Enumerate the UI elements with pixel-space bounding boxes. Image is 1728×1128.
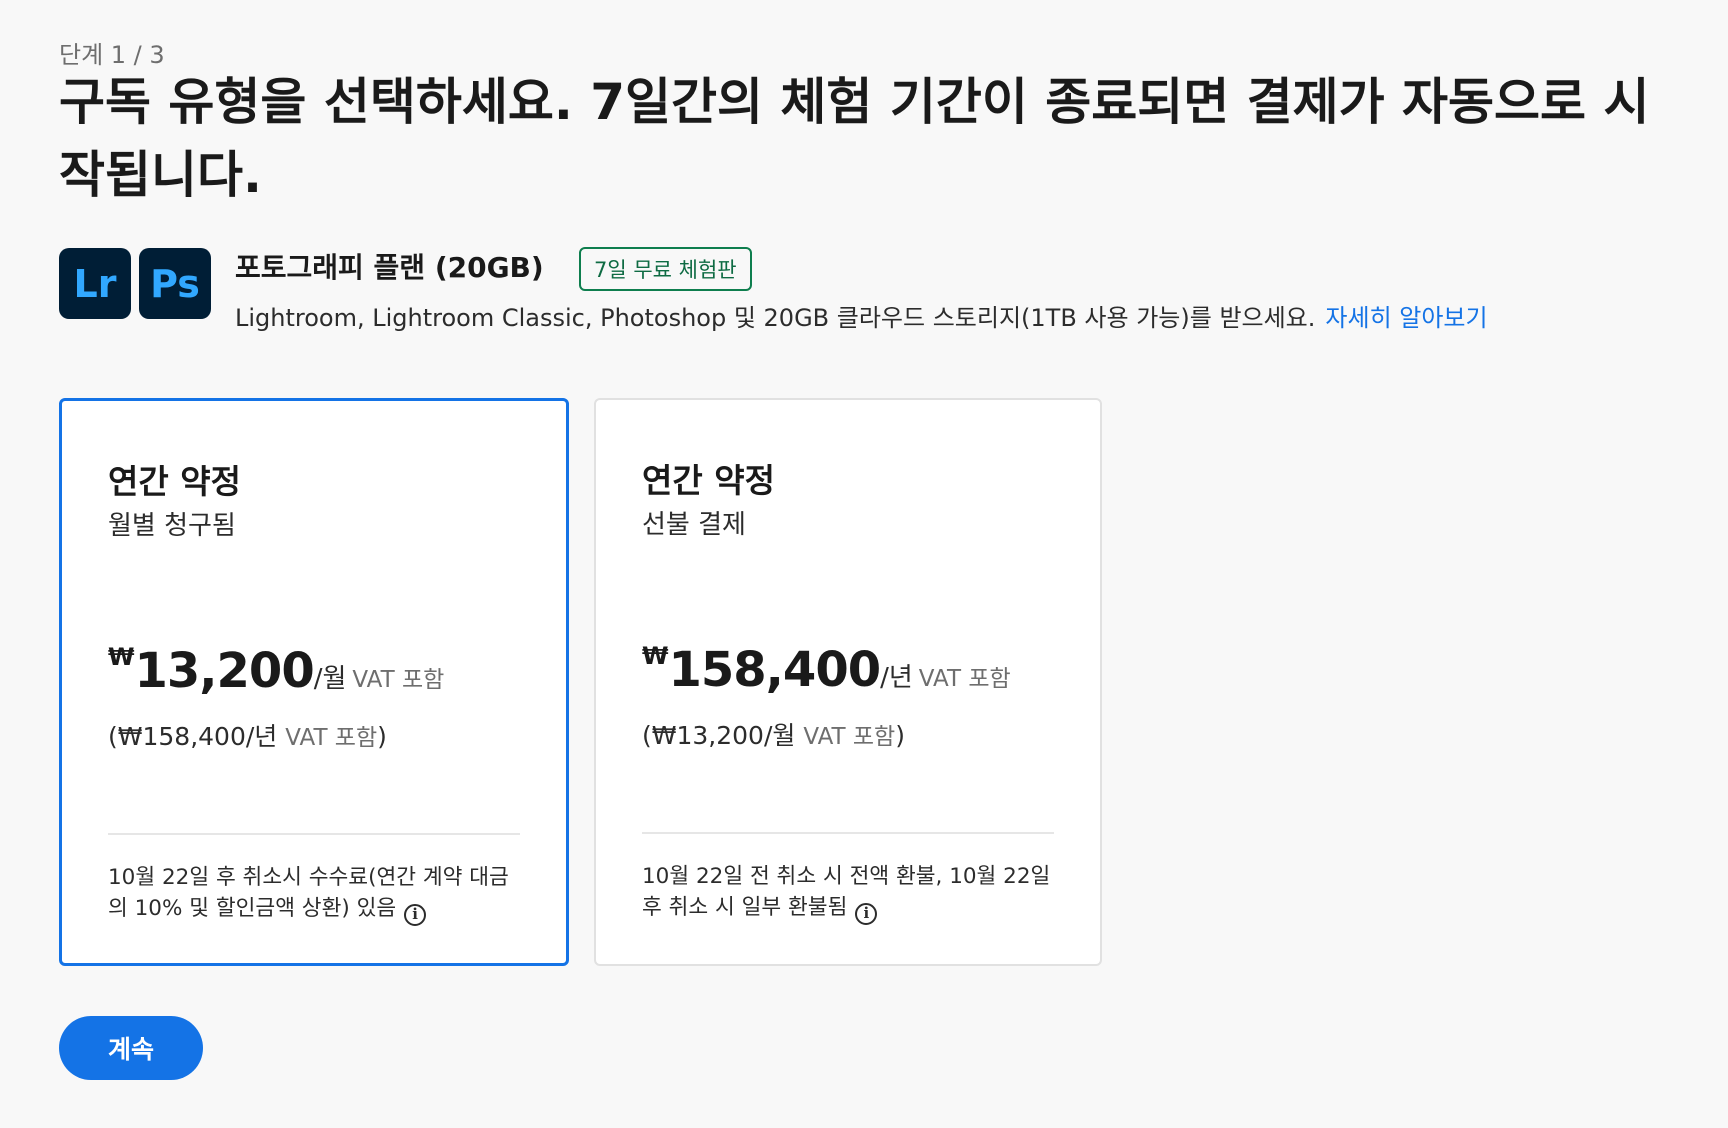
option-title: 연간 약정 xyxy=(642,461,775,500)
vat-label: VAT 포함 xyxy=(352,667,445,693)
option-price: ₩158,400/년 VAT 포함 xyxy=(642,642,1011,698)
price-amount: 158,400 xyxy=(668,642,881,698)
alt-price-value: (₩158,400/년 xyxy=(108,722,278,751)
currency-symbol: ₩ xyxy=(108,643,135,671)
lightroom-app-icon: Lr xyxy=(59,248,131,319)
page-title: 구독 유형을 선택하세요. 7일간의 체험 기간이 종료되면 결제가 자동으로 … xyxy=(59,73,1650,204)
plan-name: 포토그래피 플랜 (20GB) xyxy=(235,251,544,284)
vat-label: VAT 포함 xyxy=(918,666,1011,692)
info-icon[interactable]: i xyxy=(855,902,878,925)
photoshop-app-icon: Ps xyxy=(139,248,211,319)
currency-symbol: ₩ xyxy=(642,642,669,670)
price-amount: 13,200 xyxy=(134,643,314,699)
option-subtitle: 선불 결제 xyxy=(642,510,746,540)
option-price: ₩13,200/월 VAT 포함 xyxy=(108,643,444,699)
alt-price-value: (₩13,200/월 xyxy=(642,721,796,750)
alt-price-vat: VAT 포함 xyxy=(285,725,378,751)
refund-note-text: 10월 22일 전 취소 시 전액 환불, 10월 22일 후 취소 시 일부 … xyxy=(642,864,1051,920)
alt-price-close: ) xyxy=(377,722,387,751)
refund-note: 10월 22일 전 취소 시 전액 환불, 10월 22일 후 취소 시 일부 … xyxy=(642,861,1062,925)
price-period: /월 xyxy=(313,664,347,694)
option-alt-price: (₩158,400/년 VAT 포함) xyxy=(108,717,387,753)
plan-option-monthly-billed[interactable]: 연간 약정 월별 청구됨 ₩13,200/월 VAT 포함 (₩158,400/년… xyxy=(59,398,569,966)
learn-more-link[interactable]: 자세히 알아보기 xyxy=(1325,304,1487,332)
cancellation-note-text: 10월 22일 후 취소시 수수료(연간 계약 대금의 10% 및 할인금액 상… xyxy=(108,865,509,921)
plan-option-prepaid[interactable]: 연간 약정 선불 결제 ₩158,400/년 VAT 포함 (₩13,200/월 … xyxy=(594,398,1102,966)
continue-button[interactable]: 계속 xyxy=(59,1016,203,1080)
alt-price-vat: VAT 포함 xyxy=(803,724,896,750)
info-icon[interactable]: i xyxy=(404,903,427,926)
option-subtitle: 월별 청구됨 xyxy=(108,511,236,541)
plan-description-text: Lightroom, Lightroom Classic, Photoshop … xyxy=(235,304,1316,332)
divider xyxy=(642,832,1054,834)
option-alt-price: (₩13,200/월 VAT 포함) xyxy=(642,716,905,752)
price-period: /년 xyxy=(880,663,913,693)
option-title: 연간 약정 xyxy=(108,462,241,501)
divider xyxy=(108,833,520,835)
trial-badge: 7일 무료 체험판 xyxy=(579,247,752,291)
cancellation-note: 10월 22일 후 취소시 수수료(연간 계약 대금의 10% 및 할인금액 상… xyxy=(108,862,528,926)
alt-price-close: ) xyxy=(895,721,905,750)
plan-description: Lightroom, Lightroom Classic, Photoshop … xyxy=(235,298,1488,333)
step-indicator: 단계 1 / 3 xyxy=(59,41,165,69)
